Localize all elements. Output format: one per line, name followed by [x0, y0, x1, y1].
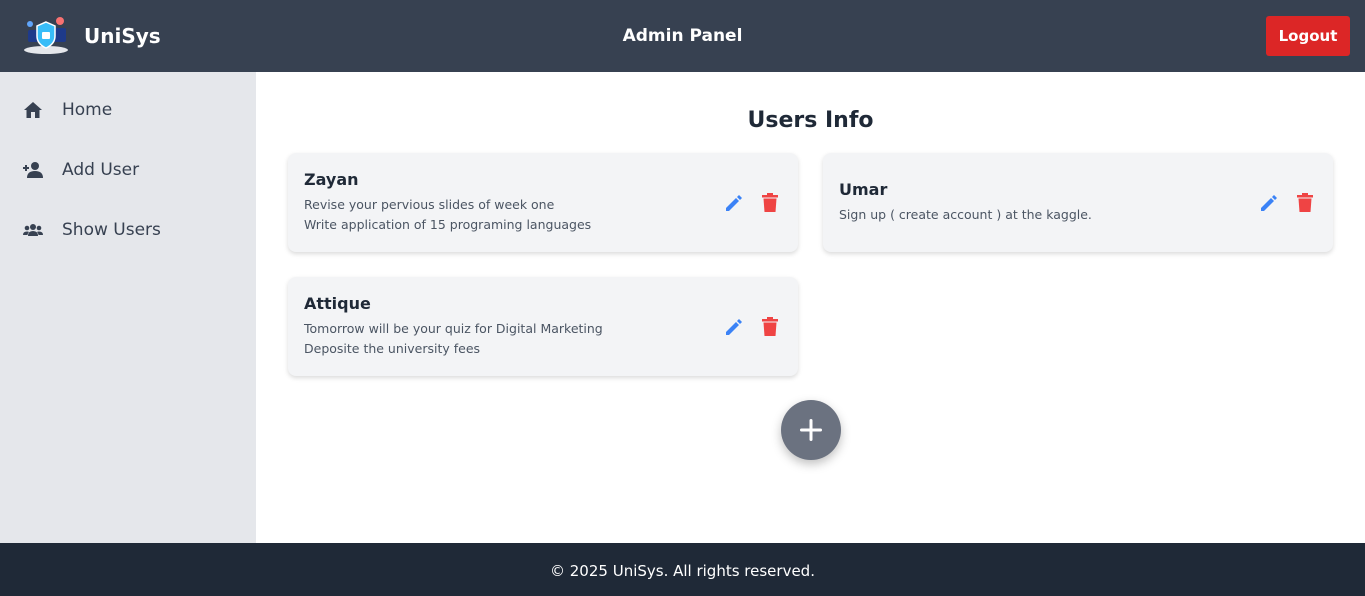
user-note: Sign up ( create account ) at the kaggle… [839, 207, 1092, 222]
edit-icon[interactable] [1257, 191, 1281, 215]
sidebar-item-label: Show Users [62, 220, 161, 240]
user-note: Deposite the university fees [304, 341, 481, 356]
user-note: Write application of 15 programing langu… [304, 217, 592, 232]
footer: © 2025 UniSys. All rights reserved. [0, 543, 1365, 596]
unisys-logo-icon [24, 17, 68, 54]
footer-copyright: © 2025 UniSys. All rights reserved. [550, 562, 815, 580]
user-note: Revise your pervious slides of week one [304, 197, 555, 212]
add-user-icon [22, 159, 44, 181]
user-card: Attique Tomorrow will be your quiz for D… [288, 277, 798, 376]
home-icon [22, 99, 44, 121]
sidebar: Home Add User Show Users [0, 72, 256, 543]
edit-icon[interactable] [722, 191, 746, 215]
page-title: Users Info [747, 108, 874, 133]
logout-button[interactable]: Logout [1266, 16, 1350, 56]
brand-name: UniSys [84, 24, 161, 48]
delete-icon[interactable] [758, 191, 782, 215]
user-name: Zayan [304, 170, 359, 189]
user-name: Umar [839, 180, 888, 199]
user-card: Zayan Revise your pervious slides of wee… [288, 153, 798, 252]
users-icon [22, 219, 44, 241]
delete-icon[interactable] [1293, 191, 1317, 215]
page-header-title: Admin Panel [622, 26, 743, 46]
sidebar-item-home[interactable]: Home [0, 85, 256, 135]
sidebar-item-add-user[interactable]: Add User [0, 145, 256, 195]
user-name: Attique [304, 294, 371, 313]
sidebar-item-label: Home [62, 100, 113, 120]
plus-icon [800, 419, 822, 441]
user-note: Tomorrow will be your quiz for Digital M… [304, 321, 603, 336]
main-content: Users Info Zayan Revise your pervious sl… [256, 72, 1365, 543]
edit-icon[interactable] [722, 315, 746, 339]
user-card: Umar Sign up ( create account ) at the k… [823, 153, 1333, 252]
sidebar-item-label: Add User [62, 160, 140, 180]
add-user-fab-button[interactable] [781, 400, 841, 460]
sidebar-item-show-users[interactable]: Show Users [0, 205, 256, 255]
delete-icon[interactable] [758, 315, 782, 339]
top-navbar: UniSys Admin Panel Logout [0, 0, 1365, 72]
brand[interactable]: UniSys [22, 16, 161, 56]
